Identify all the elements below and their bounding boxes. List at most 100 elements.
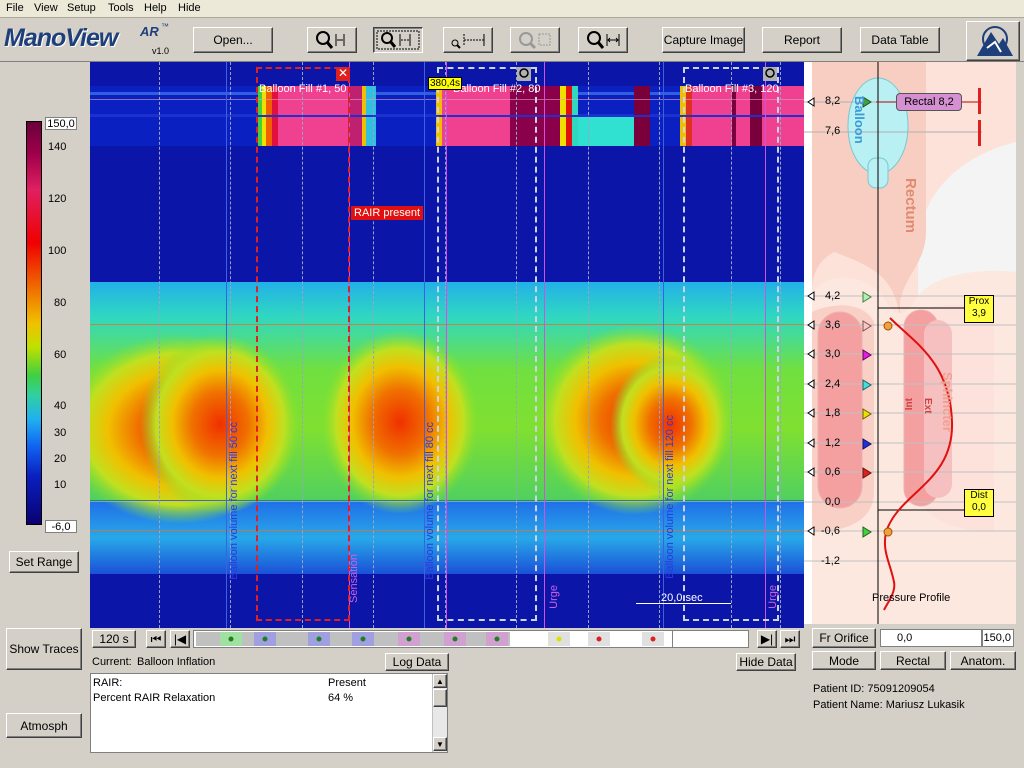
results-scrollbar[interactable]: ▲ ▼ <box>432 674 447 752</box>
menu-view[interactable]: View <box>34 2 58 14</box>
zoom-range-button[interactable] <box>443 27 493 53</box>
result-name: Percent RAIR Relaxation <box>93 692 216 704</box>
grid-line <box>373 62 374 628</box>
atmosph-button[interactable]: Atmosph <box>6 713 82 738</box>
range-slider[interactable]: 0,0 <box>880 629 982 647</box>
set-range-button[interactable]: Set Range <box>9 551 79 573</box>
hide-data-button[interactable]: Hide Data <box>736 653 796 671</box>
patient-id: Patient ID: 75091209054 <box>813 683 935 695</box>
toolbar: ManoView AR ™ v1.0 Open... Capture Image… <box>0 18 1024 62</box>
current-value: Balloon Inflation <box>137 656 216 668</box>
pressure-topography-plot[interactable]: ✕ Balloon Fill #1, 50 Balloon Fill #2, 8… <box>90 62 804 628</box>
grid-line <box>588 62 589 628</box>
range-min: 0,0 <box>897 632 913 644</box>
scale-tick-label: 100 <box>48 245 67 257</box>
step-forward-button[interactable]: ▶| <box>757 630 777 648</box>
event-label-urge-2: Urge <box>767 585 779 609</box>
data-table-button[interactable]: Data Table <box>860 27 940 53</box>
menu-setup[interactable]: Setup <box>67 2 96 14</box>
selection-box-fill-3[interactable] <box>683 67 779 621</box>
zoom-time-button[interactable] <box>307 27 357 53</box>
menu-file[interactable]: File <box>6 2 24 14</box>
menu-tools[interactable]: Tools <box>108 2 134 14</box>
circle-marker-icon[interactable] <box>517 67 531 81</box>
scale-max-value[interactable]: 150,0 <box>45 117 77 130</box>
sensor-position: 3,6 <box>825 319 841 331</box>
event-label-fill-80: Balloon volume for next fill 80 cc <box>424 422 436 580</box>
scroll-thumb[interactable] <box>433 689 447 707</box>
grid-line <box>159 62 160 628</box>
zoom-out-icon <box>587 31 620 49</box>
sensor-position: 0,6 <box>825 466 841 478</box>
event-line <box>226 62 227 628</box>
rectum-label: Rectum <box>902 178 919 234</box>
time-scale-label: 20,0 sec <box>661 592 703 604</box>
mode-button[interactable]: Mode <box>812 651 876 670</box>
rectal-pressure-tag[interactable]: Rectal 8,2 <box>896 93 962 111</box>
scale-tick-label: 20 <box>54 453 67 465</box>
sensor-position: 8,2 <box>825 95 841 107</box>
event-label-fill-50: Balloon volume for next fill 50 cc <box>228 422 240 580</box>
anatom-button[interactable]: Anatom. <box>950 651 1016 670</box>
log-data-button[interactable]: Log Data <box>385 653 449 671</box>
brand-button[interactable] <box>966 21 1020 61</box>
circle-marker-icon[interactable] <box>763 67 777 81</box>
scroll-down-icon[interactable]: ▼ <box>433 737 447 751</box>
time-window-button[interactable]: 120 s <box>92 630 136 648</box>
grid-line <box>659 62 660 628</box>
timeline-track[interactable] <box>193 630 749 648</box>
sphincter-label: Sphincter <box>940 372 955 432</box>
balloon-label: Balloon <box>852 96 867 144</box>
app-logo: ManoView AR ™ v1.0 <box>4 22 170 56</box>
zoom-out-button[interactable] <box>578 27 628 53</box>
sensor-position: -1,2 <box>821 555 840 567</box>
scale-tick-label: 120 <box>48 193 67 205</box>
sensor-position: 2,4 <box>825 378 841 390</box>
fill-label-1: Balloon Fill #1, 50 <box>259 83 347 95</box>
zoom-time-icon <box>316 31 345 49</box>
zoom-disabled-button[interactable] <box>510 27 560 53</box>
sensor-position: 1,2 <box>825 437 841 449</box>
right-edge <box>1016 62 1024 628</box>
step-back-button[interactable]: |◀ <box>170 630 190 648</box>
show-traces-button[interactable]: Show Traces <box>6 628 82 670</box>
dist-tag[interactable]: Dist 0,0 <box>964 489 994 517</box>
selection-box-fill-2[interactable] <box>437 67 537 621</box>
sensor-position: -0,6 <box>821 525 840 537</box>
report-button[interactable]: Report <box>762 27 842 53</box>
color-scale-bar <box>26 121 42 525</box>
scale-tick-label: 80 <box>54 297 67 309</box>
fr-orifice-button[interactable]: Fr Orifice <box>812 628 876 648</box>
color-scale-panel: 150,0 -6,0 140 120 100 80 60 40 30 20 10… <box>0 62 90 628</box>
capture-image-button[interactable]: Capture Image <box>662 27 745 53</box>
menu-help[interactable]: Help <box>144 2 167 14</box>
scale-min-value[interactable]: -6,0 <box>45 520 77 533</box>
selection-box-fill-1[interactable] <box>256 67 350 621</box>
close-icon[interactable]: ✕ <box>336 67 350 81</box>
sensor-position: 7,6 <box>825 125 841 137</box>
scale-tick-label: 40 <box>54 400 67 412</box>
ext-label: Ext <box>922 398 933 414</box>
menu-hide[interactable]: Hide <box>178 2 201 14</box>
int-label: Int <box>904 398 915 411</box>
results-list[interactable]: RAIR: Present Percent RAIR Relaxation 64… <box>90 673 448 753</box>
scale-tick-label: 140 <box>48 141 67 153</box>
sensor-position: 0,0 <box>825 496 841 508</box>
rectal-button[interactable]: Rectal <box>880 651 946 670</box>
result-value: Present <box>328 677 366 689</box>
prox-tag[interactable]: Prox 3,9 <box>964 295 994 323</box>
scroll-up-icon[interactable]: ▲ <box>433 674 447 688</box>
event-label-urge: Urge <box>548 585 560 609</box>
bottom-panel: Show Traces Atmosph 120 s ⏮ |◀ ▶| ⏭ Curr… <box>0 628 1024 768</box>
anatomy-diagram <box>804 62 1016 624</box>
skip-end-button[interactable]: ⏭ <box>780 630 800 648</box>
open-button[interactable]: Open... <box>193 27 273 53</box>
cursor-time-tag[interactable]: 380,4s <box>428 77 463 90</box>
zoom-box-icon <box>376 30 420 50</box>
zoom-box-button[interactable] <box>373 27 423 53</box>
current-label: Current: <box>92 656 132 668</box>
sensor-position: 1,8 <box>825 407 841 419</box>
skip-start-button[interactable]: ⏮ <box>146 630 166 648</box>
menu-bar: File View Setup Tools Help Hide <box>0 0 1024 18</box>
range-max[interactable]: 150,0 <box>982 629 1014 647</box>
